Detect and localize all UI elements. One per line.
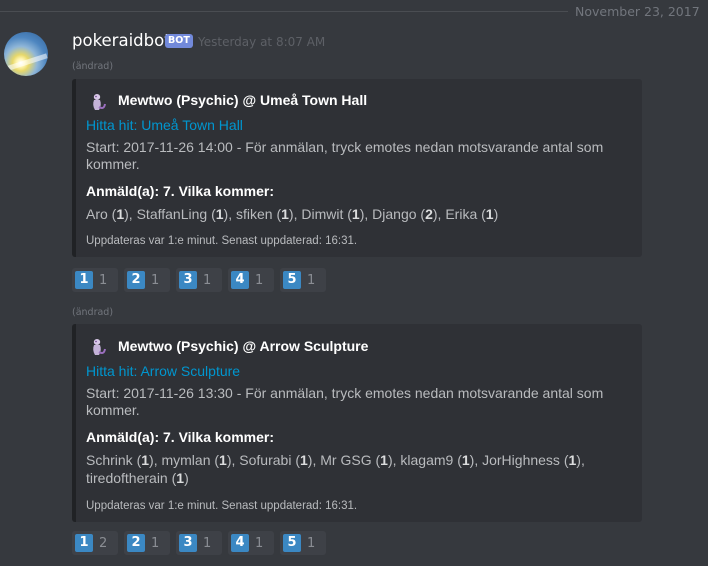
attendee-name: klagam9 ( bbox=[400, 452, 462, 468]
attendee: Mr GSG (1), bbox=[320, 452, 401, 468]
attendee-name: Mr GSG ( bbox=[320, 452, 381, 468]
attendee-list: Schrink (1), mymlan (1), Sofurabi (1), M… bbox=[86, 451, 626, 487]
embed-author: Mewtwo (Psychic) @ Umeå Town Hall bbox=[118, 92, 368, 108]
attendee-name: JorHighness ( bbox=[482, 452, 569, 468]
attendee: tiredoftherain (1) bbox=[86, 470, 189, 486]
attendee-count: 1 bbox=[568, 452, 577, 468]
keycap-3-icon: 3 bbox=[179, 534, 197, 552]
reaction-2[interactable]: 21 bbox=[124, 531, 170, 555]
username[interactable]: pokeraidbot bbox=[72, 31, 171, 50]
reaction-3[interactable]: 31 bbox=[176, 268, 222, 292]
field-name: Anmäld(a): 7. Vilka kommer: bbox=[86, 429, 275, 445]
field-name: Anmäld(a): 7. Vilka kommer: bbox=[86, 183, 275, 199]
message-timestamp: Yesterday at 8:07 AM bbox=[198, 35, 326, 49]
keycap-5-icon: 5 bbox=[283, 271, 301, 289]
reaction-4[interactable]: 41 bbox=[228, 268, 274, 292]
attendee: StaffanLing (1), bbox=[136, 206, 236, 222]
attendee: klagam9 (1), bbox=[400, 452, 483, 468]
attendee: mymlan (1), bbox=[161, 452, 240, 468]
attendee-count: 1 bbox=[219, 452, 227, 468]
reaction-count: 1 bbox=[255, 272, 264, 288]
keycap-2-icon: 2 bbox=[127, 534, 145, 552]
reaction-count: 1 bbox=[255, 535, 264, 551]
reaction-count: 1 bbox=[203, 535, 212, 551]
attendee: Erika (1) bbox=[445, 206, 499, 222]
attendee-count: 1 bbox=[176, 470, 185, 486]
embed-footer: Uppdateras var 1:e minut. Senast uppdate… bbox=[86, 235, 358, 247]
attendee: Schrink (1), bbox=[86, 452, 162, 468]
reaction-count: 1 bbox=[99, 272, 108, 288]
attendee: sfiken (1), bbox=[235, 206, 302, 222]
attendee-count: 1 bbox=[485, 206, 494, 222]
embed-description: Start: 2017-11-26 14:00 - För anmälan, t… bbox=[86, 139, 604, 172]
attendee-name: StaffanLing ( bbox=[136, 206, 216, 222]
attendee: Aro (1), bbox=[86, 206, 137, 222]
directions-link[interactable]: Hitta hit: Umeå Town Hall bbox=[86, 117, 243, 133]
reaction-count: 1 bbox=[203, 272, 212, 288]
divider-line bbox=[0, 11, 568, 12]
attendee-count: 2 bbox=[425, 206, 433, 222]
attendee-name: Sofurabi ( bbox=[239, 452, 300, 468]
reaction-bar: 1221314151 bbox=[72, 531, 326, 555]
reaction-bar: 1121314151 bbox=[72, 268, 326, 292]
attendee-name: Dimwit ( bbox=[301, 206, 352, 222]
embed-footer: Uppdateras var 1:e minut. Senast uppdate… bbox=[86, 500, 358, 512]
attendee-name: Erika ( bbox=[445, 206, 486, 222]
keycap-1-icon: 1 bbox=[75, 534, 93, 552]
edited-label: (ändrad) bbox=[72, 61, 114, 72]
date-divider-label: November 23, 2017 bbox=[575, 4, 700, 19]
keycap-1-icon: 1 bbox=[75, 271, 93, 289]
reaction-1[interactable]: 11 bbox=[72, 268, 118, 292]
attendee-name: mymlan ( bbox=[161, 452, 220, 468]
keycap-5-icon: 5 bbox=[283, 534, 301, 552]
attendee-count: 1 bbox=[380, 452, 388, 468]
attendee-count: 1 bbox=[351, 206, 360, 222]
attendee-name: sfiken ( bbox=[235, 206, 282, 222]
reaction-count: 1 bbox=[151, 272, 160, 288]
keycap-4-icon: 4 bbox=[231, 271, 249, 289]
attendee-count: 1 bbox=[141, 452, 150, 468]
attendee: Sofurabi (1), bbox=[239, 452, 321, 468]
raid-embed: Mewtwo (Psychic) @ Umeå Town Hall Hitta … bbox=[72, 79, 642, 257]
reaction-count: 1 bbox=[307, 272, 316, 288]
date-divider: November 23, 2017 bbox=[0, 4, 708, 19]
attendee-count: 1 bbox=[461, 452, 470, 468]
mewtwo-icon bbox=[93, 339, 106, 355]
attendee: Dimwit (1), bbox=[301, 206, 373, 222]
attendee-count: 1 bbox=[281, 206, 289, 222]
attendee-count: 1 bbox=[116, 206, 125, 222]
keycap-4-icon: 4 bbox=[231, 534, 249, 552]
avatar[interactable] bbox=[4, 32, 48, 76]
attendee-name: Django ( bbox=[372, 206, 426, 222]
attendee-count: 1 bbox=[300, 452, 308, 468]
reaction-2[interactable]: 21 bbox=[124, 268, 170, 292]
mewtwo-icon bbox=[93, 94, 106, 110]
reaction-3[interactable]: 31 bbox=[176, 531, 222, 555]
reaction-count: 2 bbox=[99, 535, 108, 551]
attendee: JorHighness (1), bbox=[482, 452, 585, 468]
attendee-count: 1 bbox=[215, 206, 224, 222]
raid-embed: Mewtwo (Psychic) @ Arrow Sculpture Hitta… bbox=[72, 324, 642, 522]
attendee-list: Aro (1), StaffanLing (1), sfiken (1), Di… bbox=[86, 205, 626, 223]
keycap-2-icon: 2 bbox=[127, 271, 145, 289]
directions-link[interactable]: Hitta hit: Arrow Sculpture bbox=[86, 363, 240, 379]
keycap-3-icon: 3 bbox=[179, 271, 197, 289]
edited-label: (ändrad) bbox=[72, 307, 114, 318]
embed-description: Start: 2017-11-26 13:30 - För anmälan, t… bbox=[86, 385, 604, 418]
embed-author: Mewtwo (Psychic) @ Arrow Sculpture bbox=[118, 338, 369, 354]
bot-tag: BOT bbox=[165, 34, 193, 48]
attendee-name: tiredoftherain ( bbox=[86, 470, 177, 486]
attendee: Django (2), bbox=[372, 206, 446, 222]
reaction-1[interactable]: 12 bbox=[72, 531, 118, 555]
reaction-4[interactable]: 41 bbox=[228, 531, 274, 555]
attendee-name: Aro ( bbox=[86, 206, 117, 222]
reaction-5[interactable]: 51 bbox=[280, 268, 326, 292]
reaction-count: 1 bbox=[151, 535, 160, 551]
attendee-name: Schrink ( bbox=[86, 452, 142, 468]
reaction-count: 1 bbox=[307, 535, 316, 551]
reaction-5[interactable]: 51 bbox=[280, 531, 326, 555]
